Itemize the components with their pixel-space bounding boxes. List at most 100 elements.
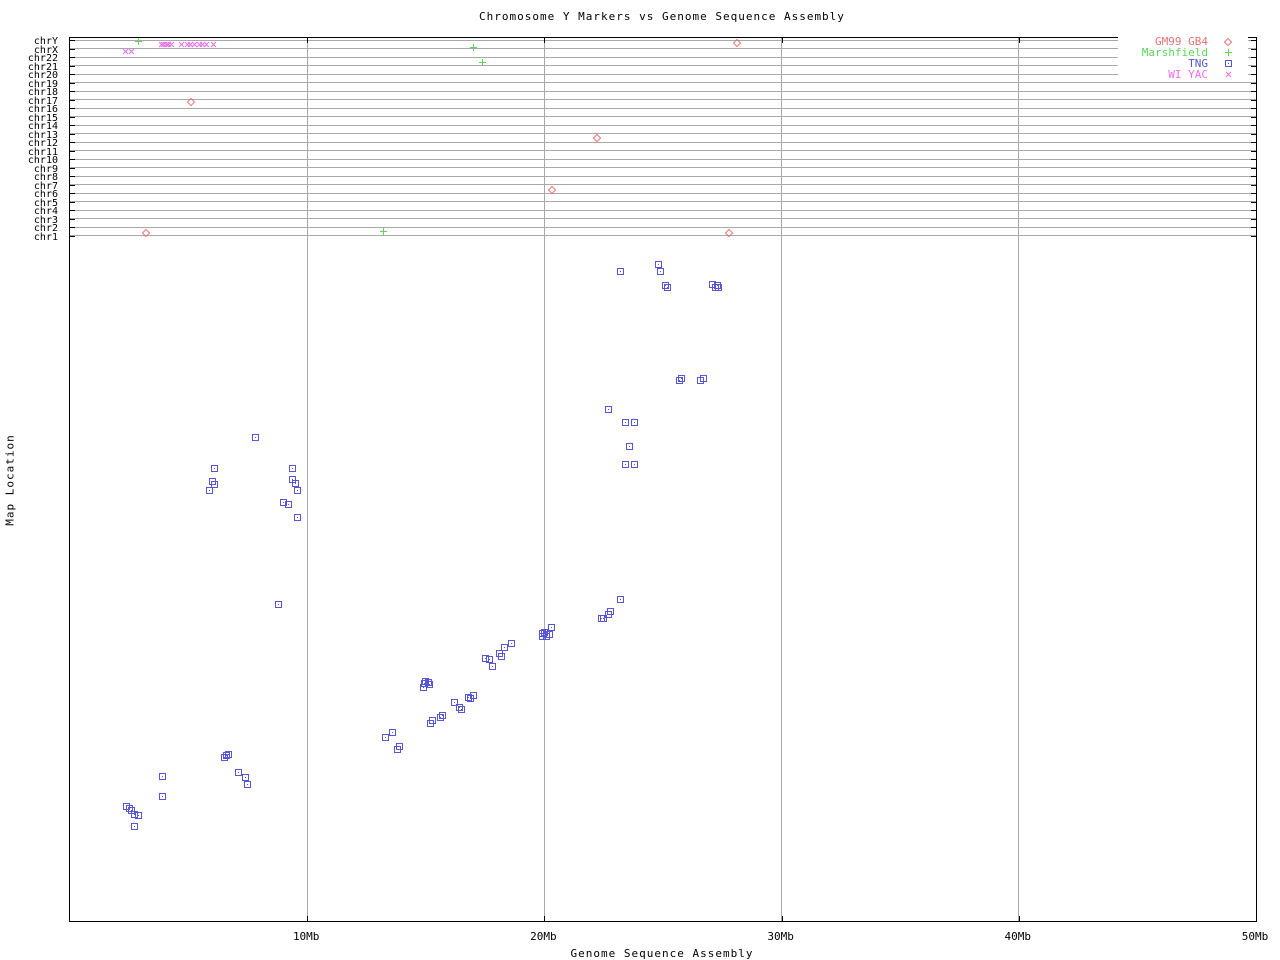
- y-tick-right: [1251, 125, 1256, 127]
- marker-marshfield: [380, 228, 387, 235]
- y-tick-right: [1251, 235, 1256, 237]
- h-gridline-chr15: [70, 116, 1256, 118]
- y-tick-labels: chrY chrX chr22 chr21 chr20 chr19 chr18 chr17 ch…: [0, 37, 63, 920]
- marker-tng: [289, 465, 296, 472]
- y-tick-left: [70, 108, 75, 110]
- marker-tng: [715, 284, 722, 291]
- h-gridline-chr11: [70, 150, 1256, 152]
- h-gridline-chr7: [70, 184, 1256, 186]
- y-tick-left: [70, 91, 75, 93]
- plot-area: [69, 37, 1257, 922]
- marker-tng: [700, 375, 707, 382]
- h-gridline-chr9: [70, 167, 1256, 169]
- y-tick-right: [1251, 150, 1256, 152]
- marker-tng: [543, 633, 550, 640]
- diamond-icon: [1223, 37, 1233, 46]
- h-gridline-chr5: [70, 201, 1256, 203]
- y-tick-right: [1251, 99, 1256, 101]
- y-tick-left: [70, 142, 75, 144]
- marker-tng: [631, 461, 638, 468]
- marker-marshfield: [470, 44, 477, 51]
- h-gridline-chr19: [70, 82, 1256, 84]
- y-tick-left: [70, 167, 75, 169]
- marker-tng: [244, 781, 251, 788]
- chart-title: Chromosome Y Markers vs Genome Sequence …: [479, 10, 845, 23]
- y-tick-right: [1251, 193, 1256, 195]
- marker-wi-yac: [203, 41, 210, 48]
- y-tick-left: [70, 201, 75, 203]
- y-tick-right: [1251, 159, 1256, 161]
- marker-tng: [211, 465, 218, 472]
- h-gridline-chr13: [70, 133, 1256, 135]
- h-gridline-chr3: [70, 218, 1256, 220]
- marker-tng: [617, 596, 624, 603]
- h-gridline-chr20: [70, 73, 1256, 75]
- marker-tng: [458, 706, 465, 713]
- h-gridline-chr16: [70, 107, 1256, 109]
- v-gridline-30Mb: [781, 38, 783, 921]
- marker-tng: [389, 729, 396, 736]
- y-tick-right: [1251, 65, 1256, 67]
- h-gridline-chr4: [70, 209, 1256, 211]
- marker-tng: [275, 601, 282, 608]
- y-tick-right: [1251, 91, 1256, 93]
- y-tick-right: [1251, 142, 1256, 144]
- v-gridline-40Mb: [1018, 38, 1020, 921]
- v-gridline-20Mb: [543, 38, 545, 921]
- y-tick-left: [70, 57, 75, 59]
- y-tick-label: chr1: [33, 231, 58, 243]
- marker-tng: [498, 653, 505, 660]
- y-tick-left: [70, 159, 75, 161]
- marker-tng: [657, 268, 664, 275]
- y-tick-left: [70, 116, 75, 118]
- y-tick-left: [70, 210, 75, 212]
- y-tick-right: [1251, 201, 1256, 203]
- marker-tng: [294, 514, 301, 521]
- h-gridline-chrX: [70, 48, 1256, 50]
- y-tick-left: [70, 184, 75, 186]
- y-tick-right: [1251, 176, 1256, 178]
- legend-label-wi-yac: WI YAC: [1168, 68, 1208, 81]
- y-tick-left: [70, 150, 75, 152]
- y-tick-left: [70, 65, 75, 67]
- y-tick-left: [70, 218, 75, 220]
- y-tick-left: [70, 176, 75, 178]
- marker-tng: [486, 656, 493, 663]
- x-tick-bottom: [307, 916, 309, 921]
- h-gridline-chr10: [70, 158, 1256, 160]
- h-gridline-chr21: [70, 65, 1256, 67]
- marker-tng: [394, 746, 401, 753]
- h-gridline-chr8: [70, 175, 1256, 177]
- marker-marshfield: [479, 59, 486, 66]
- y-tick-right: [1251, 227, 1256, 229]
- y-tick-right: [1251, 167, 1256, 169]
- marker-tng: [292, 480, 299, 487]
- x-axis-title: Genome Sequence Assembly: [570, 947, 754, 960]
- h-gridline-chr2: [70, 226, 1256, 228]
- y-tick-right: [1251, 74, 1256, 76]
- y-tick-right: [1251, 57, 1256, 59]
- x-tick-label: 30Mb: [767, 930, 794, 943]
- marker-tng: [664, 284, 671, 291]
- marker-tng: [427, 720, 434, 727]
- marker-tng: [159, 773, 166, 780]
- marker-tng: [622, 419, 629, 426]
- marker-tng: [548, 624, 555, 631]
- x-tick-label: 20Mb: [530, 930, 557, 943]
- x-tick-bottom: [781, 916, 783, 921]
- y-tick-left: [70, 125, 75, 127]
- x-tick-label: 50Mb: [1241, 930, 1269, 943]
- marker-tng: [626, 443, 633, 450]
- h-gridline-chr12: [70, 141, 1256, 143]
- marker-tng: [631, 419, 638, 426]
- marker-tng: [235, 769, 242, 776]
- plus-icon: [1224, 49, 1232, 56]
- marker-tng: [382, 734, 389, 741]
- x-tick-top: [307, 38, 309, 43]
- marker-wi-yac: [128, 48, 135, 55]
- y-tick-right: [1251, 133, 1256, 135]
- y-tick-right: [1251, 82, 1256, 84]
- marker-tng: [489, 663, 496, 670]
- marker-tng: [285, 501, 292, 508]
- marker-tng: [508, 640, 515, 647]
